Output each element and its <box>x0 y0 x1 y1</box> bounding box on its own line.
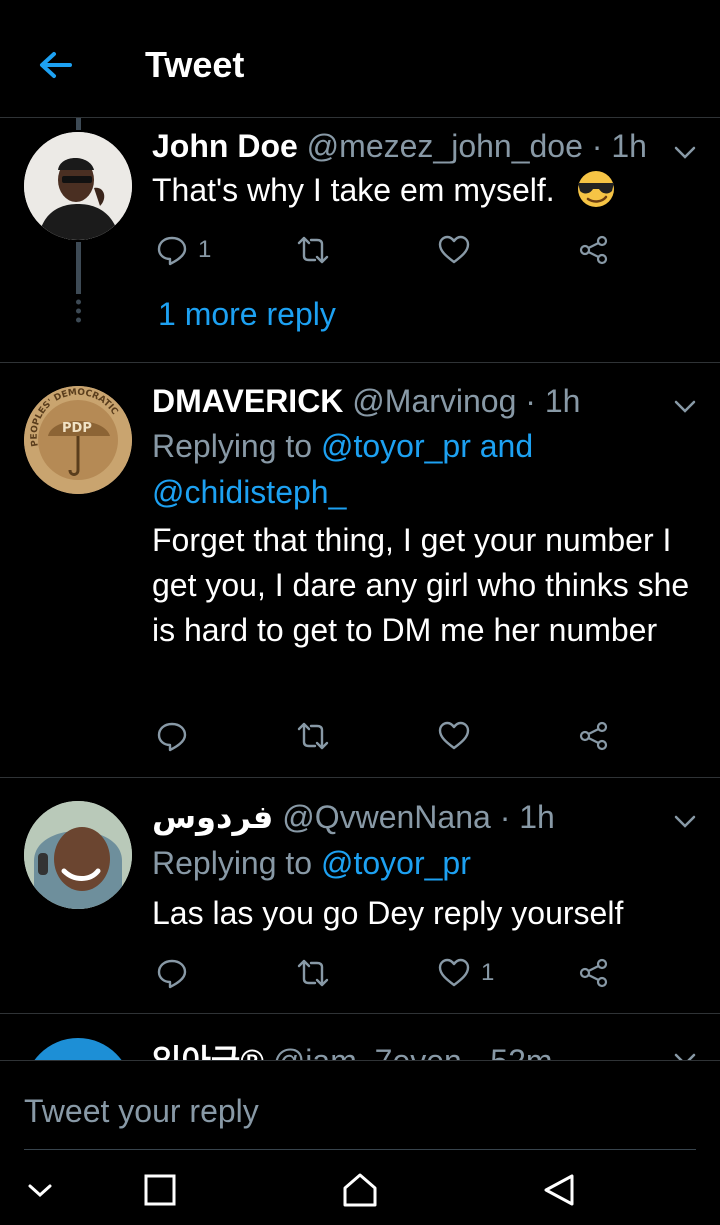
user-handle[interactable]: @Marvinog <box>352 383 516 419</box>
retweet-icon <box>297 236 329 264</box>
tweet-header: فردوس @QvwenNana · 1h <box>152 798 555 836</box>
mention-link[interactable]: @chidisteph_ <box>152 474 346 510</box>
chevron-down-icon <box>28 1184 52 1198</box>
tweet-text: Las las you go Dey reply yourself <box>152 895 624 931</box>
comment-icon <box>157 722 187 752</box>
tweet-header: DMAVERICK @Marvinog · 1h <box>152 383 580 420</box>
comment-icon <box>157 236 187 266</box>
avatar[interactable] <box>24 801 132 909</box>
retweet-button[interactable] <box>296 716 330 756</box>
replying-to: Replying to @toyor_pr and @chidisteph_ <box>152 428 534 510</box>
tweet-item[interactable]: 임아금® @iam_7even · 52m <box>0 1014 720 1060</box>
reply-button[interactable]: 1 <box>156 230 211 270</box>
more-replies-link[interactable]: 1 more reply <box>158 296 336 333</box>
heart-icon <box>438 958 470 987</box>
user-photo-icon <box>24 132 132 240</box>
tweet-header: John Doe @mezez_john_doe · 1h <box>152 128 647 165</box>
tweet-actions <box>152 716 632 756</box>
tweet-item[interactable]: PDP PEOPLES' DEMOCRATIC DMAVERICK @Marvi… <box>0 363 720 777</box>
heart-icon <box>438 721 470 750</box>
timestamp: · 1h <box>525 383 581 419</box>
avatar-badge-text: PDP <box>62 421 92 436</box>
replying-to: Replying to @toyor_pr <box>152 845 471 881</box>
share-icon <box>579 958 608 988</box>
display-name[interactable]: 임아금® <box>152 1043 264 1060</box>
avatar[interactable] <box>24 1038 132 1060</box>
home-icon <box>343 1173 377 1207</box>
top-bar: Tweet <box>0 0 720 118</box>
like-button[interactable] <box>437 230 471 270</box>
reply-composer: Tweet your reply <box>0 1060 720 1150</box>
timestamp: · 1h <box>591 128 647 164</box>
tweet-actions: 1 <box>152 953 632 993</box>
tweet-text: That's why I take em myself. <box>152 168 712 213</box>
user-handle[interactable]: @iam_7even <box>273 1043 462 1060</box>
page-title: Tweet <box>145 44 245 85</box>
chevron-down-icon[interactable] <box>672 814 698 830</box>
share-button[interactable] <box>578 953 610 993</box>
display-name[interactable]: DMAVERICK <box>152 383 343 419</box>
user-photo-icon <box>24 801 132 909</box>
reply-button[interactable] <box>156 953 188 993</box>
comment-icon <box>157 959 187 989</box>
mention-link[interactable]: @toyor_pr and <box>321 428 533 464</box>
share-icon <box>579 721 608 751</box>
tweet-actions: 1 <box>152 230 632 270</box>
like-button[interactable] <box>437 716 471 756</box>
system-nav-bar <box>0 1150 720 1225</box>
square-icon <box>144 1174 176 1206</box>
share-button[interactable] <box>578 230 610 270</box>
mention-link[interactable]: @toyor_pr <box>321 845 471 881</box>
heart-icon <box>438 235 470 264</box>
reply-input[interactable]: Tweet your reply <box>24 1061 696 1150</box>
user-handle[interactable]: @mezez_john_doe <box>307 128 583 164</box>
nav-recents-button[interactable] <box>138 1168 182 1212</box>
reply-count: 1 <box>198 236 212 263</box>
chevron-down-icon[interactable] <box>672 145 698 161</box>
tweet-item[interactable]: John Doe @mezez_john_doe · 1h That's why… <box>0 118 720 362</box>
retweet-icon <box>297 959 329 987</box>
chevron-down-icon[interactable] <box>672 1052 698 1060</box>
share-icon <box>579 235 608 265</box>
pdp-logo-icon: PDP PEOPLES' DEMOCRATIC <box>24 386 132 494</box>
timestamp: · 52m <box>471 1043 553 1060</box>
tweet-text: Forget that thing, I get your number I g… <box>152 522 690 648</box>
reply-button[interactable] <box>156 716 188 756</box>
tweet-header: 임아금® @iam_7even · 52m <box>152 1036 553 1060</box>
display-name[interactable]: John Doe <box>152 128 298 164</box>
nav-back-button[interactable] <box>538 1168 582 1212</box>
back-button[interactable] <box>36 46 76 86</box>
display-name[interactable]: فردوس <box>152 799 273 835</box>
avatar[interactable] <box>24 132 132 240</box>
retweet-button[interactable] <box>296 953 330 993</box>
sunglasses-emoji-icon <box>577 171 614 207</box>
triangle-back-icon <box>544 1174 574 1206</box>
like-count: 1 <box>481 959 495 986</box>
share-button[interactable] <box>578 716 610 756</box>
chevron-down-icon[interactable] <box>672 399 698 415</box>
retweet-button[interactable] <box>296 230 330 270</box>
nav-collapse-button[interactable] <box>18 1168 62 1212</box>
arrow-left-icon <box>40 52 72 78</box>
reply-feed[interactable]: John Doe @mezez_john_doe · 1h That's why… <box>0 118 720 1060</box>
user-handle[interactable]: @QvwenNana <box>282 799 491 835</box>
retweet-icon <box>297 722 329 750</box>
nav-home-button[interactable] <box>338 1168 382 1212</box>
like-button[interactable]: 1 <box>437 953 494 993</box>
tweet-item[interactable]: فردوس @QvwenNana · 1h Replying to @toyor… <box>0 778 720 1013</box>
avatar[interactable]: PDP PEOPLES' DEMOCRATIC <box>24 386 132 494</box>
timestamp: · 1h <box>499 799 555 835</box>
